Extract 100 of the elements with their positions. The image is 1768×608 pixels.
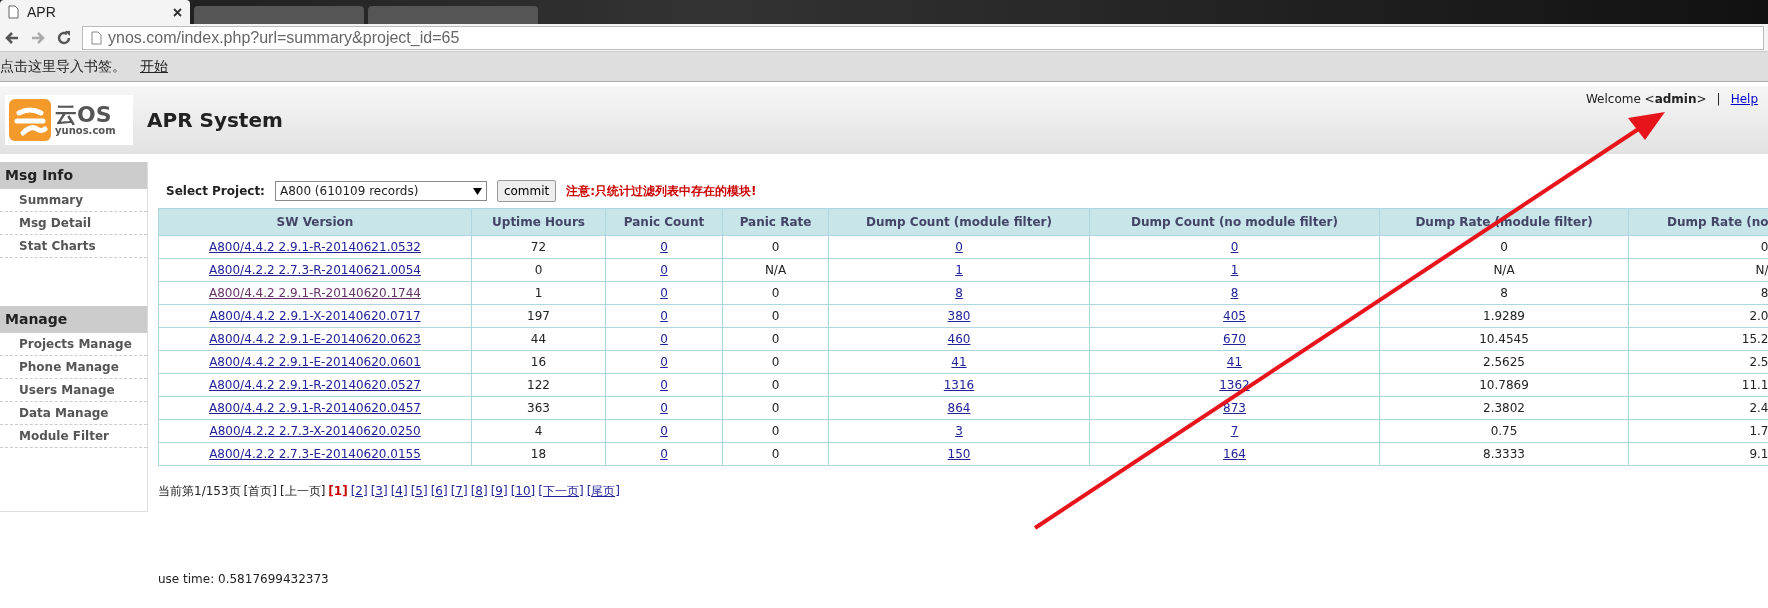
count-link[interactable]: 864	[947, 401, 971, 415]
table-cell: 8.3333	[1483, 447, 1525, 461]
table-cell: 18	[530, 447, 547, 461]
table-cell: 197	[527, 309, 550, 323]
count-link[interactable]: 0	[660, 309, 668, 323]
sidebar-item[interactable]: Projects Manage	[0, 333, 147, 356]
count-link[interactable]: 0	[660, 424, 668, 438]
table-cell: 0	[771, 332, 780, 346]
page-link[interactable]: [7]	[450, 482, 468, 500]
table-cell: 0	[534, 263, 543, 277]
app-title: APR System	[147, 107, 283, 134]
column-header: SW Version	[158, 208, 472, 236]
count-link[interactable]: 41	[951, 355, 967, 369]
count-link[interactable]: 670	[1223, 332, 1246, 346]
table-cell: 0	[1760, 240, 1768, 254]
sidebar-item[interactable]: Data Manage	[0, 402, 147, 425]
close-icon[interactable]	[173, 7, 182, 17]
sidebar-item[interactable]: Summary	[0, 189, 147, 212]
bookmarks-hint: 点击这里导入书签。	[0, 57, 126, 76]
count-link[interactable]: 1	[1230, 263, 1239, 277]
page-link[interactable]: [9]	[490, 482, 508, 500]
count-link[interactable]: 8	[1230, 286, 1239, 300]
page-link[interactable]: [尾页]	[586, 482, 621, 500]
browser-tab[interactable]: APR	[0, 0, 190, 24]
count-link[interactable]: 150	[947, 447, 971, 461]
project-select[interactable]: A800 (610109 records)	[274, 181, 487, 201]
column-header: Dump Count (module filter)	[828, 208, 1090, 236]
logo: 云OS yunos.com	[5, 95, 133, 145]
page-icon	[8, 5, 19, 19]
count-link[interactable]: 0	[660, 447, 668, 461]
separator: |	[1716, 91, 1721, 108]
page-link[interactable]: [6]	[430, 482, 448, 500]
logo-icon	[9, 99, 51, 141]
page-link[interactable]: [3]	[370, 482, 388, 500]
page-link[interactable]: [2]	[350, 482, 368, 500]
count-link[interactable]: 164	[1223, 447, 1246, 461]
table-cell: 0	[771, 447, 780, 461]
table-cell: 4	[534, 424, 543, 438]
count-link[interactable]: 0	[660, 286, 668, 300]
count-link[interactable]: 0	[660, 240, 668, 254]
table-cell: 363	[527, 401, 550, 415]
column-header: Panic Count	[605, 208, 723, 236]
page-link[interactable]: [10]	[510, 482, 536, 500]
help-link[interactable]: Help	[1730, 90, 1758, 108]
table-cell: 0	[771, 286, 780, 300]
page-link[interactable]: [下一页]	[538, 482, 584, 500]
notice-text: 注意:只统计过滤列表中存在的模块!	[566, 183, 757, 200]
count-link[interactable]: 7	[1230, 424, 1239, 438]
commit-button[interactable]: commit	[496, 180, 557, 202]
table-cell: 8	[1500, 286, 1508, 300]
page-link[interactable]: [8]	[470, 482, 488, 500]
sidebar-item[interactable]: Msg Detail	[0, 212, 147, 235]
count-link[interactable]: 0	[660, 355, 668, 369]
table-cell: 15.2	[1741, 332, 1768, 346]
table-cell: N/A	[764, 263, 787, 277]
column-header: Panic Rate	[722, 208, 829, 236]
sidebar-item[interactable]: Module Filter	[0, 425, 147, 448]
count-link[interactable]: 0	[660, 263, 668, 277]
table-cell: 16	[530, 355, 547, 369]
welcome-text: Welcome <admin>	[1585, 91, 1707, 108]
count-link[interactable]: 0	[660, 378, 668, 392]
count-link[interactable]: 873	[1223, 401, 1246, 415]
table-cell: 8	[1760, 286, 1768, 300]
count-link[interactable]: 0	[955, 240, 963, 254]
dropdown-arrow-icon	[472, 187, 482, 195]
current-page: [1]	[328, 483, 348, 500]
table-cell: 122	[527, 378, 550, 392]
table-cell: N/	[1755, 263, 1768, 277]
table-cell: 0	[771, 378, 780, 392]
count-link[interactable]: 0	[1230, 240, 1239, 254]
count-link[interactable]: 0	[660, 332, 668, 346]
count-link[interactable]: 8	[955, 286, 963, 300]
sidebar-heading: Manage	[0, 306, 147, 333]
address-bar[interactable]: ynos.com/index.php?url=summary&project_id=65	[82, 25, 1764, 50]
count-link[interactable]: 0	[660, 401, 668, 415]
table-cell: 0.75	[1490, 424, 1518, 438]
column-header: Dump Rate (no	[1628, 208, 1768, 236]
table-cell: 0	[771, 424, 780, 438]
count-link[interactable]: 405	[1223, 309, 1246, 323]
page-link[interactable]: [4]	[390, 482, 408, 500]
count-link[interactable]: 380	[947, 309, 971, 323]
table-cell: 0	[771, 355, 780, 369]
table-cell: 10.4545	[1479, 332, 1529, 346]
back-icon[interactable]	[4, 29, 20, 46]
bookmark-link[interactable]: 开始	[140, 56, 168, 77]
sidebar-item[interactable]: Phone Manage	[0, 356, 147, 379]
page-label: [上一页]	[279, 483, 326, 500]
sidebar-item[interactable]: Stat Charts	[0, 235, 147, 258]
table-cell: 0	[771, 309, 780, 323]
table-cell: 9.1	[1749, 447, 1768, 461]
count-link[interactable]: 460	[947, 332, 971, 346]
reload-icon[interactable]	[56, 29, 72, 46]
sidebar-item[interactable]: Users Manage	[0, 379, 147, 402]
count-link[interactable]: 41	[1226, 355, 1243, 369]
column-header: Dump Count (no module filter)	[1089, 208, 1380, 236]
count-link[interactable]: 1316	[943, 378, 975, 392]
page-link[interactable]: [5]	[410, 482, 428, 500]
count-link[interactable]: 3	[955, 424, 963, 438]
table-cell: N/A	[1493, 263, 1515, 277]
count-link[interactable]: 1	[955, 263, 963, 277]
